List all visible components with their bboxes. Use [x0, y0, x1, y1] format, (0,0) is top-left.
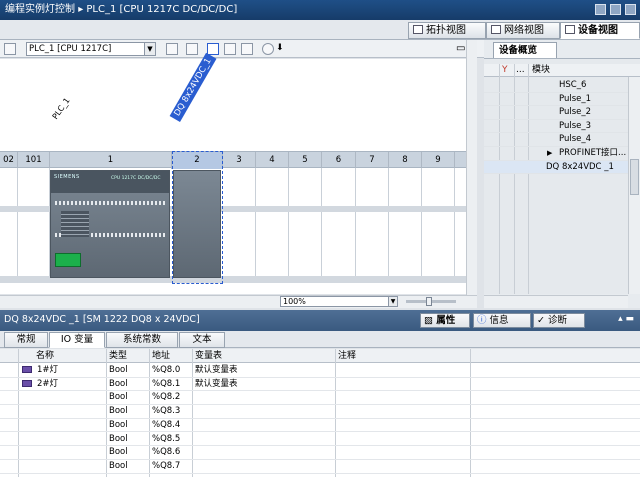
maximize-icon[interactable] [610, 4, 621, 15]
list-item[interactable]: Pulse_2 [484, 106, 630, 120]
filter-icon[interactable]: Y [502, 64, 508, 76]
column-address[interactable]: 地址 [152, 349, 170, 363]
slot-number: 1 [50, 152, 172, 169]
download-icon[interactable]: ⬇ [276, 43, 288, 55]
slot-number: 101 [18, 152, 50, 169]
zoom-icon[interactable] [262, 43, 274, 55]
slot-number: 3 [223, 152, 256, 169]
status-leds [61, 211, 89, 237]
list-item[interactable]: DQ 8x24VDC _1 [484, 160, 630, 175]
properties-icon: ▧ [424, 315, 437, 326]
tab-topology-view[interactable]: 拓扑视图 [408, 22, 486, 39]
overview-vertical-scrollbar[interactable] [628, 77, 640, 294]
list-item[interactable]: Pulse_1 [484, 93, 630, 107]
info-icon: ⓘ [477, 315, 490, 326]
slot-number: 7 [356, 152, 389, 169]
table-row[interactable]: Bool %Q8.7 [0, 460, 640, 474]
tab-device-view[interactable]: 设备视图 [560, 22, 640, 39]
column-type[interactable]: 类型 [109, 349, 127, 363]
collapse-icon[interactable]: ▴ ▬ [618, 314, 634, 324]
rack-slot[interactable] [289, 168, 322, 283]
slot-header-row: 02 101 1 2 3 4 5 6 7 8 9 [0, 151, 466, 169]
slot-number: 4 [256, 152, 289, 169]
rack-slot[interactable] [356, 168, 389, 283]
cpu-module[interactable]: SIEMENS CPU 1217C DC/DC/DC [50, 170, 170, 278]
tab-general[interactable]: 常规 [4, 332, 48, 348]
table-row[interactable]: Bool %Q8.4 [0, 419, 640, 433]
table-row[interactable]: Bool %Q8.3 [0, 405, 640, 419]
tab-network-view[interactable]: 网络视图 [486, 22, 560, 39]
selection-frame [172, 151, 223, 284]
rack-slot[interactable] [389, 168, 422, 283]
tab-io-tags[interactable]: IO 变量 [49, 332, 105, 348]
slot-number: 5 [289, 152, 322, 169]
overview-header: Y ... 模块 [484, 64, 640, 77]
zoom-slider-thumb[interactable] [426, 297, 432, 306]
tab-properties[interactable]: ▧ 属性 [420, 313, 470, 328]
view-tabs: 拓扑视图 网络视图 设备视图 [0, 20, 640, 40]
device-selector[interactable]: PLC_1 [CPU 1217C] ▼ [26, 42, 156, 56]
cpu-model-text: CPU 1217C DC/DC/DC [111, 176, 161, 181]
tab-info[interactable]: ⓘ 信息 [473, 313, 531, 328]
rack-slot[interactable] [322, 168, 356, 283]
slot-number: 02 [0, 152, 18, 169]
rack-slot[interactable] [422, 168, 455, 283]
chevron-down-icon[interactable]: ▼ [144, 43, 155, 55]
table-row[interactable]: Bool %Q8.5 [0, 433, 640, 447]
table-row[interactable]: 2#灯 Bool %Q8.1 默认变量表 [0, 378, 640, 392]
tab-diagnostics[interactable]: ✓ 诊断 [533, 313, 585, 328]
rack-slot[interactable] [18, 168, 50, 283]
column-module[interactable]: 模块 [532, 64, 550, 76]
grid-icon[interactable] [224, 43, 236, 55]
network-icon [491, 25, 501, 34]
column-tag-table[interactable]: 变量表 [195, 349, 222, 363]
tag-icon [22, 364, 32, 377]
module-label-icon[interactable] [186, 43, 198, 55]
list-item[interactable]: Pulse_4 [484, 133, 630, 147]
close-icon[interactable] [625, 4, 636, 15]
rack-slot[interactable] [223, 168, 256, 283]
column-name[interactable]: 名称 [36, 349, 54, 363]
expand-arrow-icon[interactable]: ▶ [547, 147, 552, 160]
inspector-title: DQ 8x24VDC _1 [SM 1222 DQ8 x 24VDC] [4, 314, 200, 325]
minimize-icon[interactable] [595, 4, 606, 15]
chevron-down-icon[interactable]: ▼ [388, 297, 397, 306]
tab-device-overview[interactable]: 设备概览 [493, 42, 557, 58]
device-path: PLC_1 [CPU 1217C DC/DC/DC] [86, 4, 238, 15]
table-header [0, 349, 640, 363]
tag-icon [22, 378, 32, 391]
table-row[interactable]: Bool %Q8.6 [0, 446, 640, 460]
zoom-select[interactable]: 100% ▼ [280, 296, 398, 307]
list-item[interactable]: HSC_6 [484, 79, 630, 93]
path-separator: ▸ [78, 4, 84, 15]
rack-slot[interactable] [0, 168, 18, 283]
terminal-block-icon [55, 253, 81, 267]
table-row[interactable]: Bool %Q8.2 [0, 391, 640, 406]
rack-slot[interactable] [256, 168, 289, 283]
diagnostics-icon: ✓ [537, 315, 548, 326]
overview-horizontal-scrollbar[interactable] [484, 295, 628, 308]
inspector-subtabs: 常规 IO 变量 系统常数 文本 [0, 331, 640, 348]
table-icon[interactable] [241, 43, 253, 55]
slot-number: 6 [322, 152, 356, 169]
topology-icon [413, 25, 423, 34]
canvas-vertical-scrollbar[interactable] [466, 40, 477, 295]
slot-number: 8 [389, 152, 422, 169]
table-row[interactable]: 1#灯 Bool %Q8.0 默认变量表 [0, 364, 640, 378]
tab-texts[interactable]: 文本 [179, 332, 225, 348]
inspector-header: DQ 8x24VDC _1 [SM 1222 DQ8 x 24VDC] ▧ 属性… [0, 310, 640, 331]
list-item[interactable]: ▶ PROFINET接口... [484, 147, 630, 161]
tab-system-constants[interactable]: 系统常数 [106, 332, 178, 348]
project-name: 编程实例灯控制 [5, 4, 75, 15]
terminal-strip [55, 201, 165, 205]
siemens-logo: SIEMENS [54, 174, 80, 180]
device-properties-icon[interactable] [166, 43, 178, 55]
column-comment[interactable]: 注释 [338, 349, 356, 363]
list-item[interactable]: Pulse_3 [484, 120, 630, 134]
title-bar: 编程实例灯控制 ▸ PLC_1 [CPU 1217C DC/DC/DC] [0, 0, 640, 20]
device-icon [565, 25, 575, 34]
network-toggle-icon[interactable] [4, 43, 16, 55]
zoom-slider[interactable] [406, 297, 456, 306]
slot-number: 9 [422, 152, 455, 169]
